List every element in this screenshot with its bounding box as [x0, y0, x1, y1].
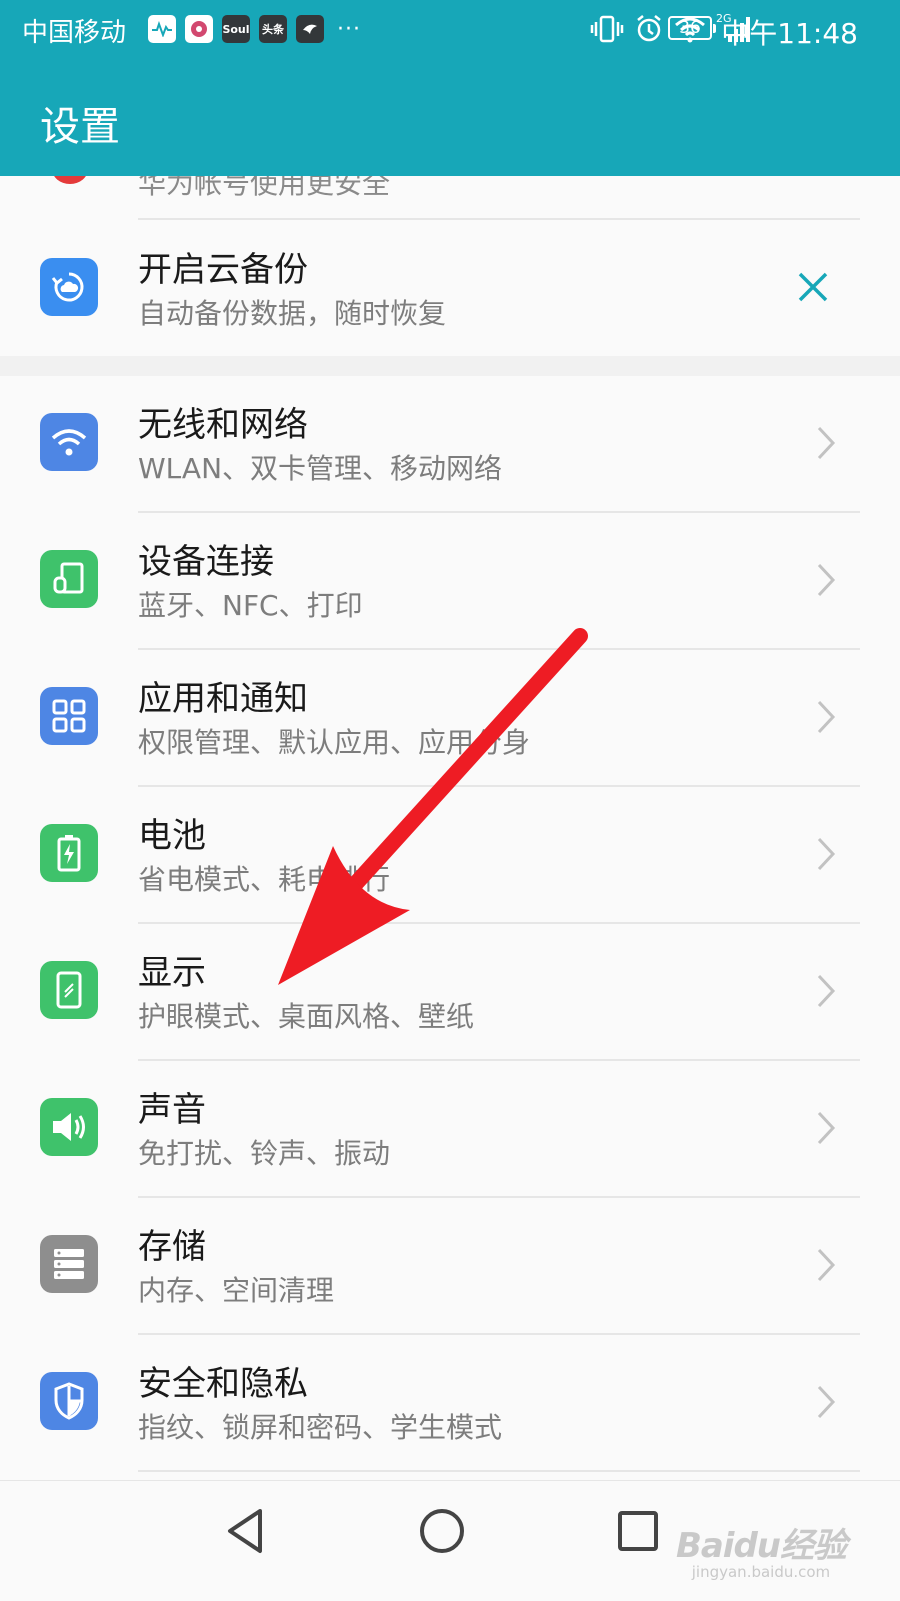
item-subtitle: 权限管理、默认应用、应用分身: [138, 726, 531, 759]
notification-icons: Soul 头条 ···: [148, 15, 361, 43]
chevron-right-icon: [817, 837, 836, 871]
battery-icon: [40, 824, 98, 882]
item-subtitle: 免打扰、铃声、振动: [138, 1137, 391, 1170]
watermark-logo: Baidu经验: [675, 1526, 847, 1566]
storage-icon: [40, 1235, 98, 1293]
divider: [138, 1470, 860, 1472]
bird-icon: [296, 15, 324, 43]
apps-grid-icon: [40, 687, 98, 745]
cloud-backup-subtitle: 自动备份数据，随时恢复: [138, 297, 447, 330]
item-subtitle: 内存、空间清理: [138, 1274, 335, 1307]
status-bar: 中国移动 Soul 头条 ··· 2G 36 中午11:48: [0, 0, 900, 60]
cloud-backup-item[interactable]: 开启云备份 自动备份数据，随时恢复: [0, 220, 900, 356]
soul-icon: Soul: [222, 15, 250, 43]
settings-item-battery[interactable]: 电池 省电模式、耗电排行: [0, 786, 900, 922]
account-subtitle: 华为帐号使用更安全: [138, 176, 391, 200]
watermark-url: jingyan.baidu.com: [691, 1563, 831, 1581]
vibrate-icon: [590, 15, 624, 43]
settings-item-wireless[interactable]: 无线和网络 WLAN、双卡管理、移动网络: [0, 375, 900, 511]
item-title: 安全和隐私: [138, 1364, 308, 1404]
item-subtitle: 蓝牙、NFC、打印: [138, 589, 363, 622]
item-title: 声音: [138, 1090, 206, 1130]
speaker-icon: [40, 1098, 98, 1156]
cloud-backup-icon: [40, 258, 98, 316]
health-icon: [148, 15, 176, 43]
wifi-icon: [40, 413, 98, 471]
more-notifications-icon: ···: [337, 16, 361, 42]
item-title: 设备连接: [138, 542, 274, 582]
settings-item-device-connection[interactable]: 设备连接 蓝牙、NFC、打印: [0, 512, 900, 648]
baidu-jingyan-watermark: Baidu经验 jingyan.baidu.com: [675, 1518, 847, 1581]
device-connect-icon: [40, 550, 98, 608]
item-subtitle: 省电模式、耗电排行: [138, 863, 391, 896]
page-title: 设置: [40, 104, 120, 150]
battery-indicator: 36: [668, 16, 716, 40]
settings-item-security[interactable]: 安全和隐私 指纹、锁屏和密码、学生模式: [0, 1334, 900, 1470]
item-subtitle: 护眼模式、桌面风格、壁纸: [138, 1000, 475, 1033]
account-icon: [52, 176, 88, 184]
item-title: 存储: [138, 1227, 206, 1267]
settings-item-storage[interactable]: 存储 内存、空间清理: [0, 1197, 900, 1333]
navigation-bar: Baidu经验 jingyan.baidu.com: [0, 1480, 900, 1601]
chevron-right-icon: [817, 563, 836, 597]
chevron-right-icon: [817, 1385, 836, 1419]
recents-button[interactable]: [608, 1501, 668, 1561]
carrier-label: 中国移动: [22, 18, 127, 48]
toutiao-icon: 头条: [259, 15, 287, 43]
top-bar: 中国移动 Soul 头条 ··· 2G 36 中午11:48 设置: [0, 0, 900, 176]
home-button[interactable]: [412, 1501, 472, 1561]
chevron-right-icon: [817, 1248, 836, 1282]
cloud-backup-title: 开启云备份: [138, 250, 308, 290]
chevron-right-icon: [817, 974, 836, 1008]
display-icon: [40, 961, 98, 1019]
close-icon[interactable]: [796, 270, 830, 304]
settings-item-display[interactable]: 显示 护眼模式、桌面风格、壁纸: [0, 923, 900, 1059]
clock: 中午11:48: [721, 17, 858, 50]
item-title: 电池: [138, 816, 206, 856]
settings-item-sound[interactable]: 声音 免打扰、铃声、振动: [0, 1060, 900, 1196]
chevron-right-icon: [817, 426, 836, 460]
music-icon: [185, 15, 213, 43]
section-divider: [0, 356, 900, 376]
alarm-icon: [637, 15, 661, 42]
shield-icon: [40, 1372, 98, 1430]
settings-item-apps[interactable]: 应用和通知 权限管理、默认应用、应用分身: [0, 649, 900, 785]
huawei-account-item[interactable]: 华为帐号使用更安全: [0, 176, 900, 220]
item-title: 显示: [138, 953, 206, 993]
item-title: 应用和通知: [138, 679, 308, 719]
item-subtitle: WLAN、双卡管理、移动网络: [138, 452, 503, 485]
chevron-right-icon: [817, 700, 836, 734]
item-subtitle: 指纹、锁屏和密码、学生模式: [138, 1411, 503, 1444]
back-button[interactable]: [216, 1501, 276, 1561]
chevron-right-icon: [817, 1111, 836, 1145]
item-title: 无线和网络: [138, 405, 308, 445]
